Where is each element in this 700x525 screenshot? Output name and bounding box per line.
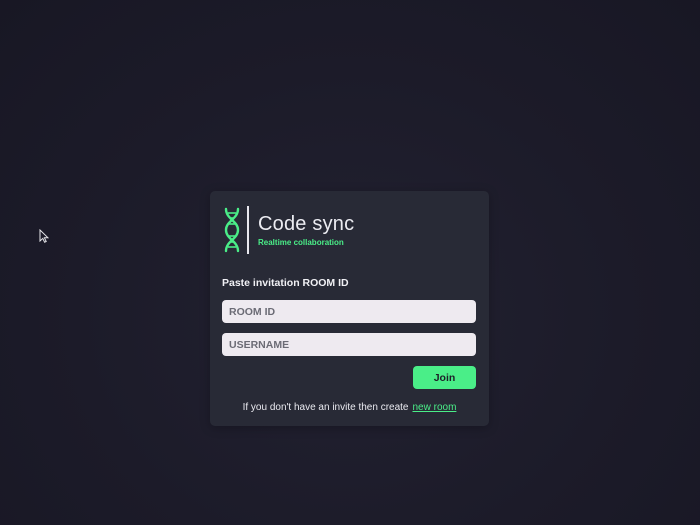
logo-text: Code sync Realtime collaboration — [258, 213, 354, 248]
dna-icon — [224, 207, 240, 253]
page-background: Code sync Realtime collaboration Paste i… — [0, 0, 700, 525]
room-id-input[interactable] — [222, 300, 476, 323]
create-room-info: If you don't have an invite then create n… — [210, 402, 489, 413]
logo-divider — [247, 206, 249, 254]
join-room-card: Code sync Realtime collaboration Paste i… — [210, 191, 489, 426]
create-room-text: If you don't have an invite then create — [242, 402, 409, 413]
app-logo: Code sync Realtime collaboration — [223, 205, 354, 255]
room-id-label: Paste invitation ROOM ID — [222, 277, 349, 289]
username-input[interactable] — [222, 333, 476, 356]
new-room-link[interactable]: new room — [413, 402, 457, 413]
mouse-cursor-icon — [39, 229, 49, 243]
app-subtitle: Realtime collaboration — [258, 237, 344, 247]
app-title: Code sync — [258, 212, 355, 235]
join-button[interactable]: Join — [413, 366, 476, 389]
